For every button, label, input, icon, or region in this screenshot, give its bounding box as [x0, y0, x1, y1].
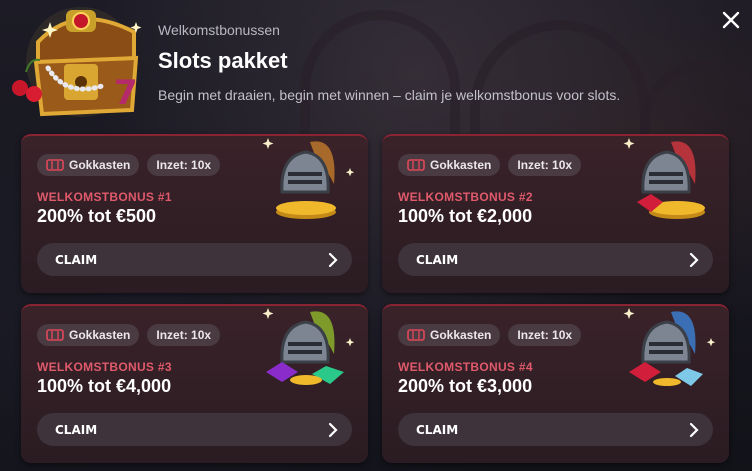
card-tags: Gokkasten Inzet: 10x [398, 324, 582, 346]
chevron-right-icon [328, 252, 338, 268]
knight-helmet-coins-icon [262, 138, 355, 219]
claim-button-label: CLAIM [416, 252, 459, 267]
tag-games-label: Gokkasten [430, 158, 492, 172]
bonus-card-4: Gokkasten Inzet: 10x WELKOMSTBONUS #4 20… [382, 304, 729, 463]
bonus-card-1: Gokkasten Inzet: 10x WELKOMSTBONUS #1 20… [21, 134, 368, 293]
tag-games: Gokkasten [398, 154, 501, 176]
tag-wager-label: Inzet: 10x [517, 158, 573, 172]
header-description: Begin met draaien, begin met winnen – cl… [158, 87, 621, 103]
slot-machine-icon [407, 159, 425, 171]
bonus-label: WELKOMSTBONUS #2 [398, 190, 533, 204]
bonus-card-3: Gokkasten Inzet: 10x WELKOMSTBONUS #3 10… [21, 304, 368, 463]
chevron-right-icon [689, 252, 699, 268]
slot-machine-icon [46, 329, 64, 341]
claim-button[interactable]: CLAIM [398, 413, 713, 446]
tag-games: Gokkasten [398, 324, 501, 346]
claim-button[interactable]: CLAIM [398, 243, 713, 276]
tag-wager: Inzet: 10x [508, 324, 582, 346]
tag-wager-label: Inzet: 10x [156, 158, 212, 172]
tag-wager: Inzet: 10x [147, 154, 221, 176]
tag-games: Gokkasten [37, 324, 140, 346]
tag-games-label: Gokkasten [69, 158, 131, 172]
claim-button[interactable]: CLAIM [37, 243, 352, 276]
svg-text:7: 7 [114, 73, 138, 113]
tag-games-label: Gokkasten [430, 328, 492, 342]
tag-wager-label: Inzet: 10x [156, 328, 212, 342]
claim-button-label: CLAIM [416, 422, 459, 437]
card-tags: Gokkasten Inzet: 10x [37, 154, 221, 176]
chevron-right-icon [689, 422, 699, 438]
claim-button-label: CLAIM [55, 422, 98, 437]
bonus-amount: 100% tot €4,000 [37, 376, 172, 396]
tag-games-label: Gokkasten [69, 328, 131, 342]
slot-machine-icon [46, 159, 64, 171]
claim-button[interactable]: CLAIM [37, 413, 352, 446]
bonus-label: WELKOMSTBONUS #4 [398, 360, 533, 374]
slot-machine-icon [407, 329, 425, 341]
bonus-label: WELKOMSTBONUS #3 [37, 360, 172, 374]
treasure-chest-icon: 7 [12, 7, 142, 117]
tag-games: Gokkasten [37, 154, 140, 176]
card-tags: Gokkasten Inzet: 10x [398, 154, 582, 176]
page-title: Slots pakket [158, 48, 288, 73]
knight-helmet-gems-icon [262, 308, 355, 385]
bonus-label: WELKOMSTBONUS #1 [37, 190, 172, 204]
bonus-amount: 200% tot €3,000 [398, 376, 533, 396]
claim-button-label: CLAIM [55, 252, 98, 267]
bonus-amount: 100% tot €2,000 [398, 206, 533, 226]
knight-helmet-gems-icon [623, 138, 705, 219]
card-tags: Gokkasten Inzet: 10x [37, 324, 221, 346]
header-subtitle: Welkomstbonussen [158, 22, 280, 38]
knight-helmet-gems-icon [623, 308, 716, 386]
tag-wager: Inzet: 10x [147, 324, 221, 346]
bonus-amount: 200% tot €500 [37, 206, 157, 226]
tag-wager: Inzet: 10x [508, 154, 582, 176]
tag-wager-label: Inzet: 10x [517, 328, 573, 342]
bonus-card-2: Gokkasten Inzet: 10x WELKOMSTBONUS #2 10… [382, 134, 729, 293]
close-icon[interactable] [720, 9, 742, 31]
chevron-right-icon [328, 422, 338, 438]
